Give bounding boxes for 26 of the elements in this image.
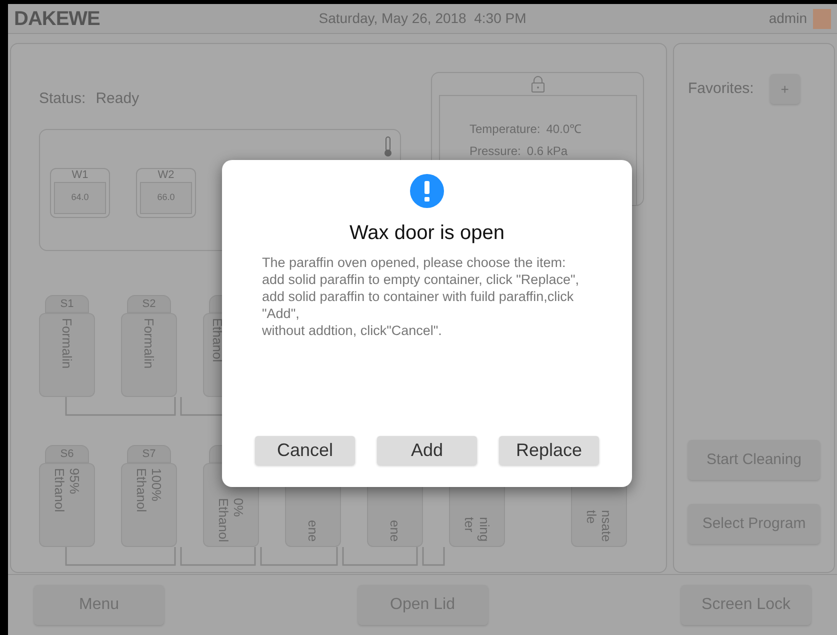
logo: DAKEWE [14, 6, 101, 32]
user-name: admin [768, 9, 807, 28]
dialog-button[interactable]: Cancel [255, 436, 355, 465]
dialog-button[interactable]: Add [377, 436, 477, 465]
thermometer-icon [384, 136, 392, 158]
wax-temperature: 64.0 [71, 190, 89, 204]
status-label: Status: [39, 89, 86, 109]
reading-label: Temperature: [470, 121, 540, 138]
dialog-title: Wax door is open [350, 221, 504, 246]
status-value: Ready [96, 89, 140, 109]
reading-value: 0.6 kPa [526, 143, 568, 160]
wax-bath-label: W2 [158, 168, 174, 182]
wax-bath-label: W1 [72, 168, 88, 182]
add-favorite-button[interactable]: + [770, 74, 800, 104]
lock-icon [530, 76, 544, 93]
dialog-message: The paraffin oven opened, please choose the item: add solid paraffin to empty container, click "Replace", add solid paraffin to container with fuild paraffin,click "Add", without addtion, click"Cancel". [262, 254, 580, 339]
avatar[interactable] [813, 8, 831, 28]
alert-icon [410, 174, 444, 208]
wax-bath[interactable]: W1 64.0 [50, 168, 110, 218]
reading-value: 40.0℃ [546, 121, 582, 138]
date-time: Saturday, May 26, 2018 4:30 PM [318, 9, 528, 28]
wax-bath[interactable]: W2 66.0 [136, 168, 196, 218]
favorites-label: Favorites: [688, 78, 754, 99]
wax-temperature: 66.0 [157, 190, 175, 204]
reading-label: Pressure: [470, 143, 521, 160]
dialog-button[interactable]: Replace [499, 436, 599, 465]
